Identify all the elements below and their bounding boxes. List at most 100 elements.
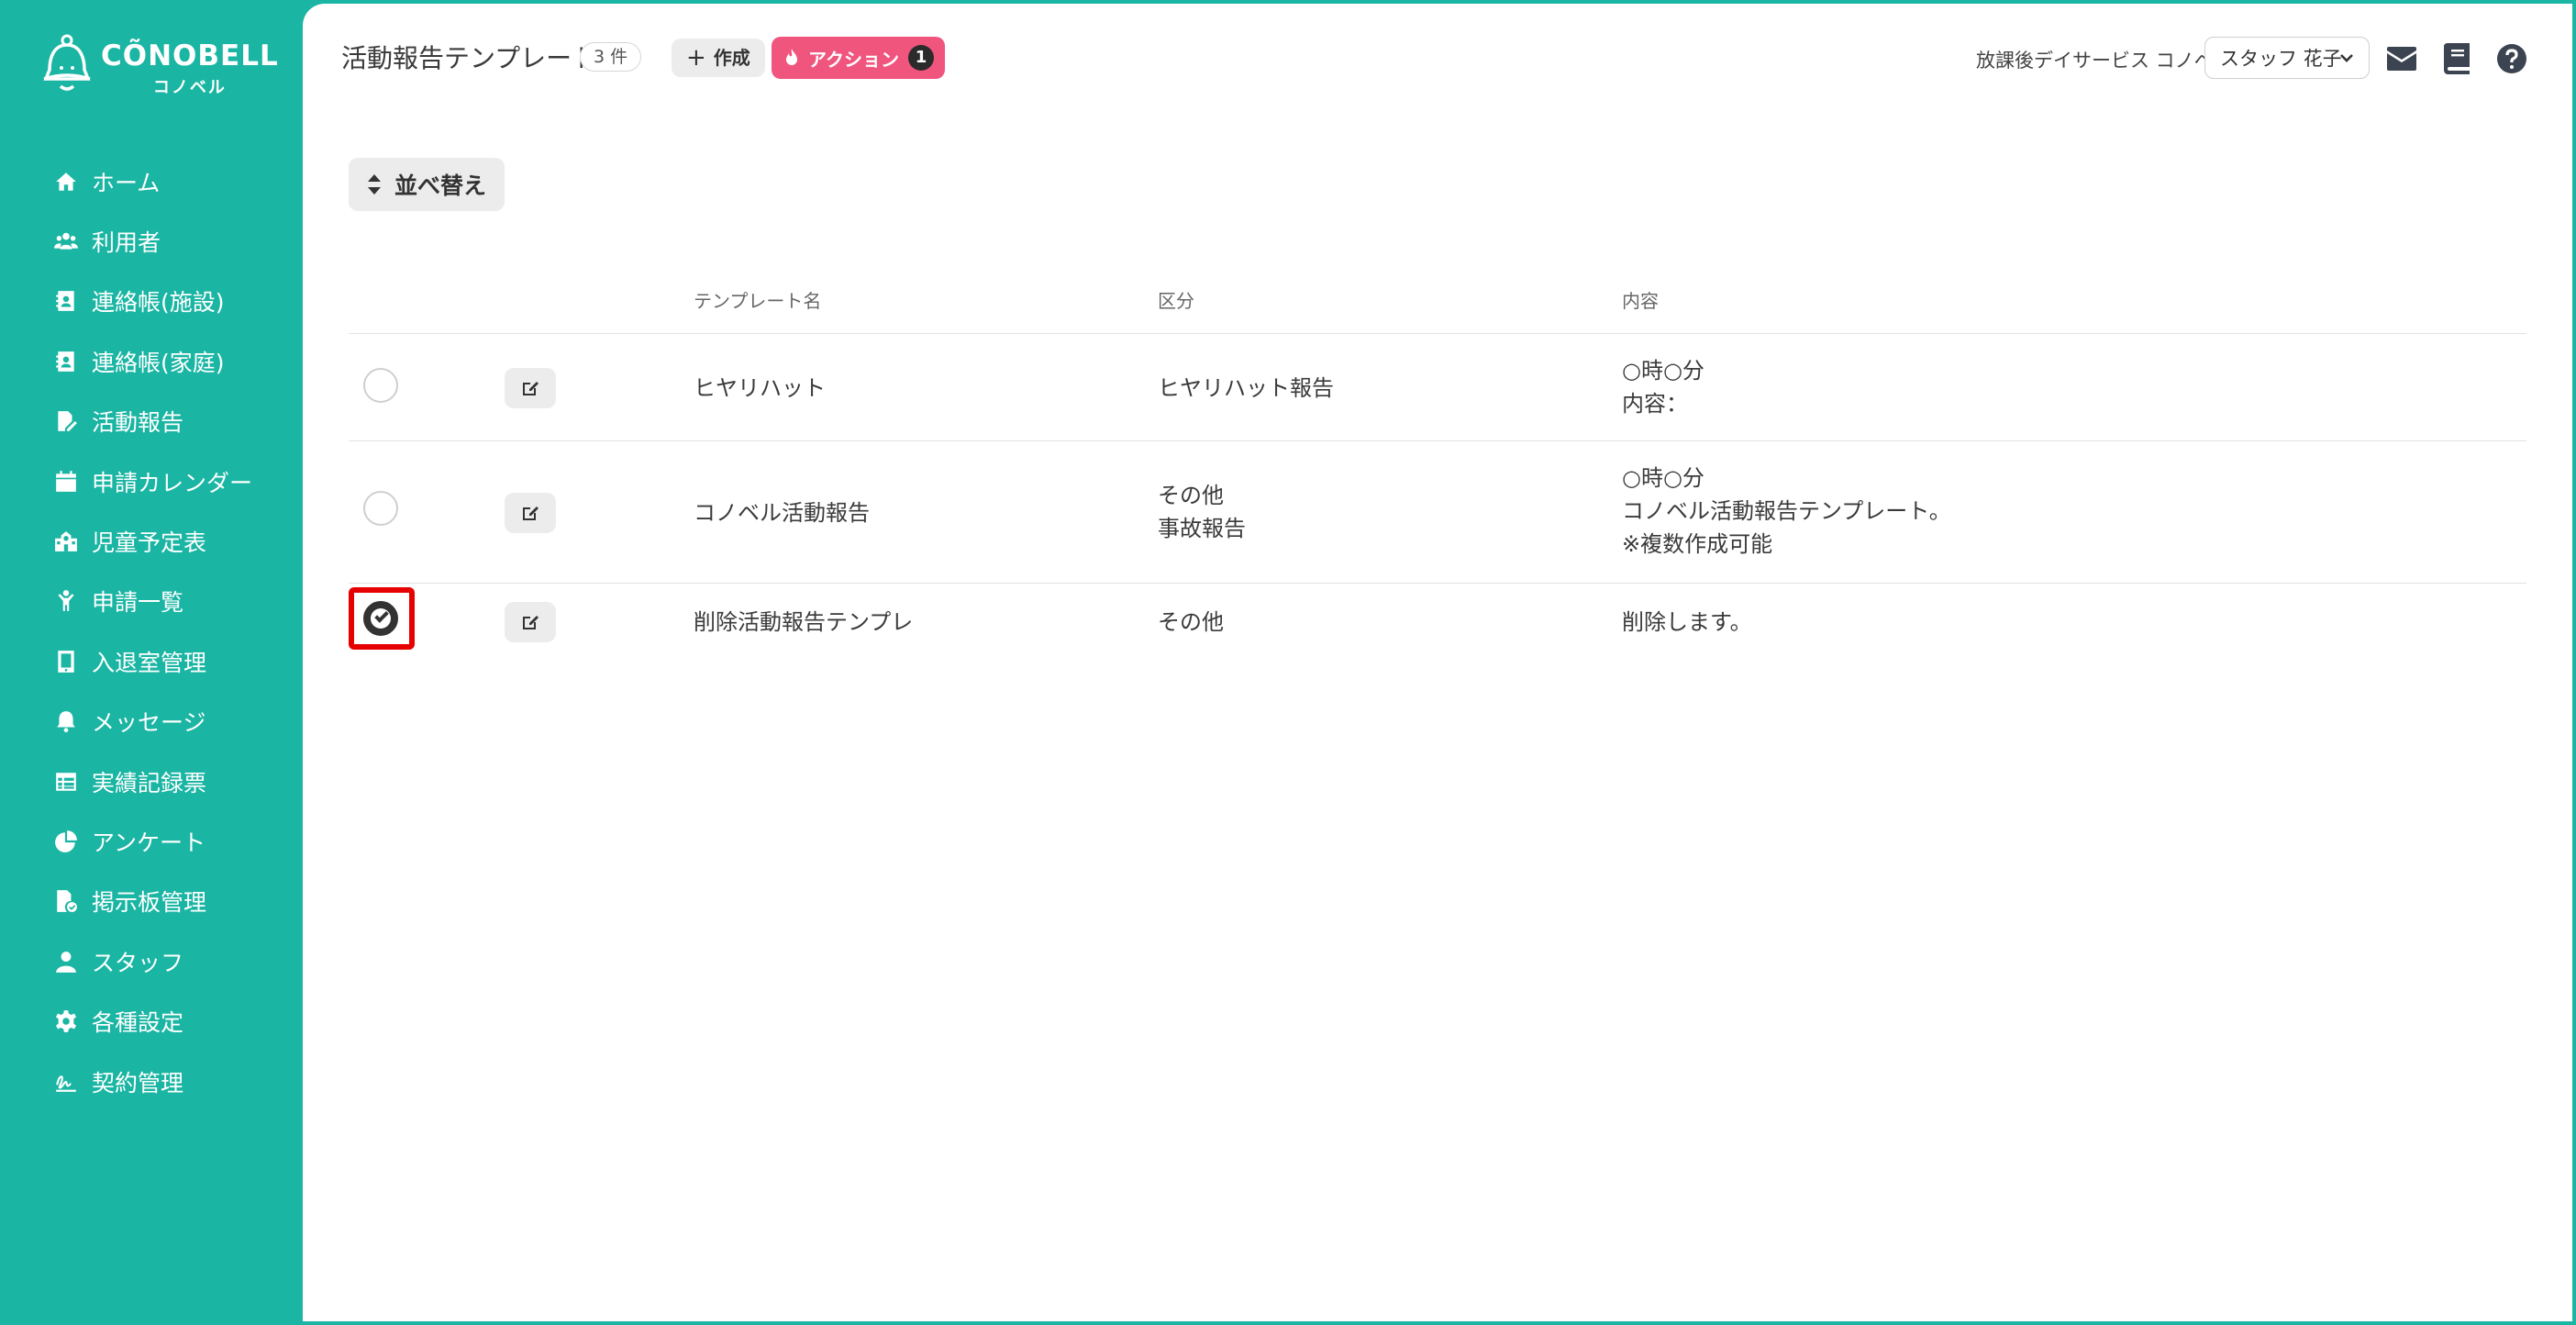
help-icon[interactable] bbox=[2495, 42, 2528, 75]
sidebar-item-label: 実績記録票 bbox=[92, 769, 207, 796]
action-count-badge: 1 bbox=[908, 45, 934, 71]
mail-icon[interactable] bbox=[2385, 42, 2418, 75]
create-button-label: 作成 bbox=[713, 47, 750, 69]
sidebar-item-label: 連絡帳(施設) bbox=[92, 289, 225, 317]
file-edit-icon bbox=[53, 408, 79, 434]
user-icon bbox=[53, 949, 79, 974]
file-check-icon bbox=[53, 888, 79, 914]
sidebar-item-message[interactable]: メッセージ bbox=[53, 692, 301, 752]
page-title: 活動報告テンプレート bbox=[341, 43, 598, 73]
template-name: ヒヤリハット bbox=[694, 375, 826, 401]
contact-book-icon bbox=[53, 349, 79, 374]
sidebar-item-label: 利用者 bbox=[92, 229, 161, 257]
content-line: ○時○分 bbox=[1622, 358, 1704, 384]
table-row: 削除活動報告テンプレ その他 削除します。 bbox=[349, 584, 2526, 659]
sidebar-item-label: スタッフ bbox=[92, 949, 184, 976]
column-header-content[interactable]: 内容 bbox=[1622, 286, 1659, 313]
row-checkbox[interactable] bbox=[363, 491, 398, 526]
template-name: 削除活動報告テンプレ bbox=[694, 609, 914, 635]
sidebar-item-child-schedule[interactable]: 児童予定表 bbox=[53, 511, 301, 571]
template-category: その他 事故報告 bbox=[1158, 479, 1246, 545]
sort-icon bbox=[367, 174, 381, 195]
staff-select[interactable]: スタッフ 花子 bbox=[2204, 37, 2370, 79]
content-line: 削除します。 bbox=[1622, 609, 1752, 635]
edit-icon bbox=[523, 382, 539, 395]
sidebar-item-request-calendar[interactable]: 申請カレンダー bbox=[53, 451, 301, 511]
sidebar-item-performance-record[interactable]: 実績記録票 bbox=[53, 752, 301, 811]
sort-button[interactable]: 並べ替え bbox=[349, 158, 505, 211]
sidebar-item-users[interactable]: 利用者 bbox=[53, 211, 301, 271]
sidebar-item-request-list[interactable]: 申請一覧 bbox=[53, 572, 301, 631]
table-row: ヒヤリハット ヒヤリハット報告 ○時○分 内容： bbox=[349, 334, 2526, 441]
users-icon bbox=[53, 228, 79, 254]
sidebar-item-label: 入退室管理 bbox=[92, 649, 207, 676]
template-category: ヒヤリハット報告 bbox=[1158, 372, 1334, 405]
create-button[interactable]: + 作成 bbox=[672, 39, 765, 77]
brand-name: CÕNOBELL bbox=[101, 39, 279, 72]
sidebar-item-activity-report[interactable]: 活動報告 bbox=[53, 392, 301, 451]
sidebar-item-home[interactable]: ホーム bbox=[53, 151, 301, 211]
sidebar: CÕNOBELL コノベル ホーム 利用者 連絡帳(施設) 連絡帳(家庭) 活動… bbox=[0, 0, 303, 1325]
book-icon[interactable] bbox=[2440, 42, 2473, 75]
sidebar-item-label: 契約管理 bbox=[92, 1069, 184, 1097]
sidebar-item-contract[interactable]: 契約管理 bbox=[53, 1052, 301, 1111]
template-table: テンプレート名 区分 内容 ヒヤリハット ヒヤリハット報告 ○時○分 内容： コ… bbox=[349, 261, 2526, 659]
sidebar-item-label: 連絡帳(家庭) bbox=[92, 349, 225, 376]
sidebar-item-staff[interactable]: スタッフ bbox=[53, 931, 301, 991]
edit-icon bbox=[523, 616, 539, 629]
signature-icon bbox=[53, 1069, 79, 1095]
sidebar-item-bulletin-board[interactable]: 掲示板管理 bbox=[53, 872, 301, 931]
gear-icon bbox=[53, 1008, 79, 1034]
content-line: ○時○分 bbox=[1622, 465, 1704, 491]
category-line: 事故報告 bbox=[1158, 516, 1246, 541]
school-icon bbox=[53, 529, 79, 554]
edit-icon bbox=[523, 507, 539, 520]
bell-icon bbox=[53, 708, 79, 734]
table-header: テンプレート名 区分 内容 bbox=[349, 261, 2526, 334]
sidebar-item-label: 申請一覧 bbox=[92, 589, 184, 617]
tablet-icon bbox=[53, 649, 79, 674]
column-header-name[interactable]: テンプレート名 bbox=[694, 286, 821, 313]
edit-button[interactable] bbox=[505, 493, 556, 533]
count-badge: 3 件 bbox=[580, 42, 642, 72]
chevron-down-icon bbox=[2340, 54, 2353, 62]
category-line: ヒヤリハット報告 bbox=[1158, 375, 1334, 401]
edit-button[interactable] bbox=[505, 602, 556, 642]
sidebar-item-label: 掲示板管理 bbox=[92, 889, 207, 917]
sidebar-nav: ホーム 利用者 連絡帳(施設) 連絡帳(家庭) 活動報告 申請カレンダー 児童予… bbox=[53, 151, 301, 1111]
sidebar-item-entry-exit[interactable]: 入退室管理 bbox=[53, 631, 301, 691]
app-window: CÕNOBELL コノベル ホーム 利用者 連絡帳(施設) 連絡帳(家庭) 活動… bbox=[0, 0, 2576, 1325]
facility-name: 放課後デイサービス コノベル bbox=[1976, 50, 2233, 72]
template-content: 削除します。 bbox=[1622, 606, 1752, 639]
edit-button[interactable] bbox=[505, 368, 556, 408]
staff-select-value: スタッフ 花子 bbox=[2220, 48, 2342, 70]
sidebar-item-survey[interactable]: アンケート bbox=[53, 811, 301, 871]
child-icon bbox=[53, 588, 79, 614]
sidebar-item-contact-home[interactable]: 連絡帳(家庭) bbox=[53, 331, 301, 391]
brand-subname: コノベル bbox=[152, 78, 227, 97]
table-icon bbox=[53, 769, 79, 795]
category-line: その他 bbox=[1158, 609, 1224, 635]
row-checkbox-checked[interactable] bbox=[363, 601, 398, 636]
pie-chart-icon bbox=[53, 829, 79, 854]
content-line: コノベル活動報告テンプレート。 bbox=[1622, 498, 1951, 524]
action-button[interactable]: アクション 1 bbox=[772, 37, 945, 79]
sidebar-item-contact-facility[interactable]: 連絡帳(施設) bbox=[53, 272, 301, 331]
sidebar-item-label: ホーム bbox=[92, 169, 161, 196]
fire-icon bbox=[786, 49, 797, 65]
plus-icon: + bbox=[686, 44, 706, 72]
sort-button-label: 並べ替え bbox=[394, 173, 486, 199]
calendar-icon bbox=[53, 469, 79, 495]
column-header-category[interactable]: 区分 bbox=[1158, 286, 1194, 313]
contact-book-icon bbox=[53, 288, 79, 314]
main-content: 活動報告テンプレート 3 件 + 作成 アクション 1 放課後デイサービス コノ… bbox=[303, 4, 2572, 1321]
brand-logo[interactable]: CÕNOBELL コノベル bbox=[40, 33, 279, 98]
sidebar-item-settings[interactable]: 各種設定 bbox=[53, 991, 301, 1051]
sidebar-item-label: 申請カレンダー bbox=[92, 469, 253, 496]
row-checkbox[interactable] bbox=[363, 368, 398, 403]
sidebar-item-label: 各種設定 bbox=[92, 1009, 184, 1037]
sidebar-item-label: メッセージ bbox=[92, 709, 206, 737]
category-line: その他 bbox=[1158, 483, 1224, 508]
home-icon bbox=[53, 169, 79, 195]
sidebar-item-label: 活動報告 bbox=[92, 409, 184, 437]
